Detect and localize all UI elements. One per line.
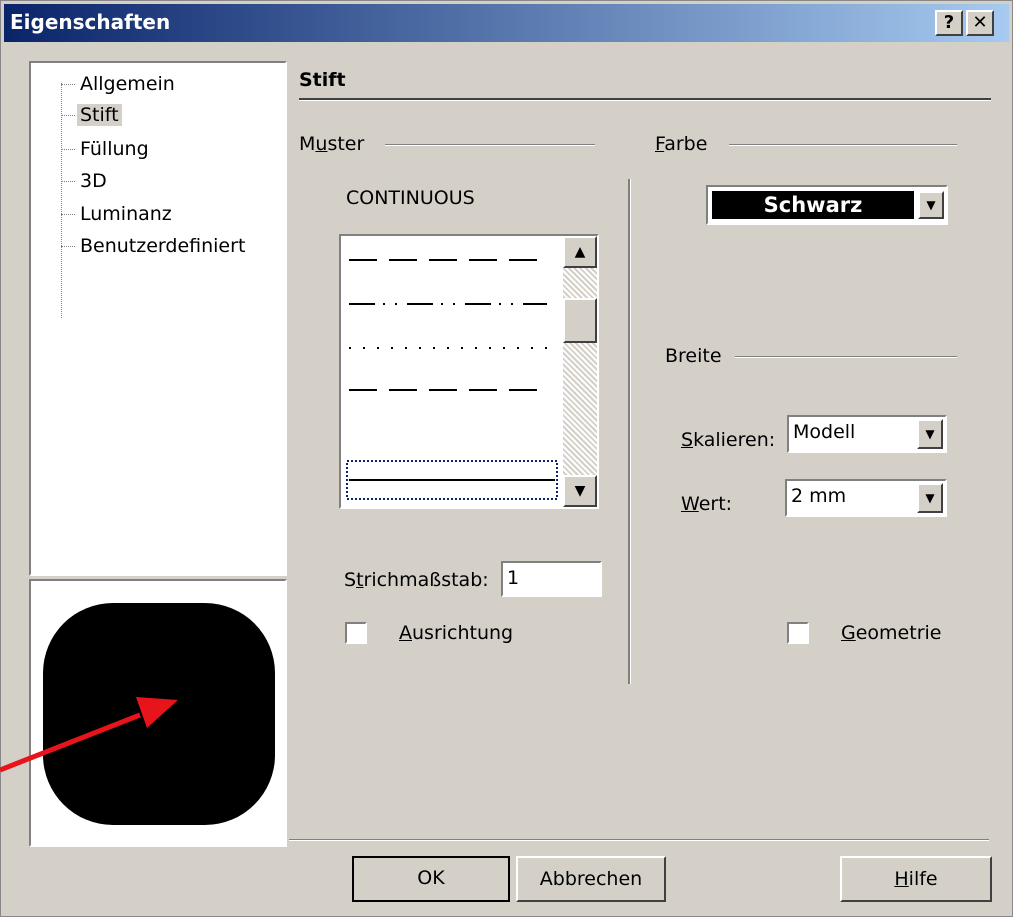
scale-dropdown-button[interactable]: ▼ (917, 419, 943, 449)
muster-group-label: Muster (299, 133, 365, 155)
skalieren-label: Skalieren: (681, 429, 776, 451)
close-title-button[interactable]: ✕ (966, 10, 994, 36)
breite-group-label: Breite (665, 345, 722, 367)
tree-item-label: Allgemein (80, 73, 175, 95)
color-dropdown-button[interactable]: ▼ (918, 191, 944, 219)
tree-item-benutzerdefiniert[interactable]: Benutzerdefiniert (61, 235, 248, 261)
tree-dash (61, 115, 75, 116)
tree-dash (61, 84, 75, 85)
width-dropdown-button[interactable]: ▼ (917, 483, 943, 513)
section-divider (299, 98, 991, 101)
category-tree[interactable]: Allgemein Stift Füllung 3D Luminanz Benu… (29, 61, 287, 576)
ok-button[interactable]: OK (352, 856, 510, 902)
strichmassstab-label: Strichmaßstab: (344, 569, 489, 591)
muster-group-line (385, 144, 595, 146)
tree-item-label: Stift (77, 104, 122, 126)
pattern-listbox[interactable]: ▲ ▼ (339, 234, 599, 509)
tree-dash (61, 246, 75, 247)
width-value: 2 mm (791, 485, 847, 507)
pen-preview (29, 579, 287, 847)
window-title: Eigenschaften (10, 10, 171, 34)
tree-item-allgemein[interactable]: Allgemein (61, 73, 178, 99)
section-title: Stift (299, 69, 346, 91)
scroll-down-button[interactable]: ▼ (563, 475, 597, 507)
scroll-up-button[interactable]: ▲ (563, 236, 597, 268)
tree-item-luminanz[interactable]: Luminanz (61, 203, 175, 229)
ausrichtung-checkbox[interactable] (345, 622, 367, 644)
tree-item-3d[interactable]: 3D (61, 170, 110, 196)
tree-item-label: Füllung (80, 138, 149, 160)
tree-item-fuellung[interactable]: Füllung (61, 138, 152, 164)
title-bar[interactable]: Eigenschaften ? ✕ (4, 4, 1009, 42)
wert-label: Wert: (681, 493, 733, 515)
cancel-button[interactable]: Abbrechen (516, 856, 666, 902)
tree-dash (61, 181, 75, 182)
tree-item-label: Luminanz (80, 203, 172, 225)
tree-item-label: Benutzerdefiniert (80, 235, 246, 257)
properties-dialog: Eigenschaften ? ✕ Allgemein Stift Füllun… (0, 0, 1013, 917)
pattern-samples (346, 259, 558, 500)
ausrichtung-label: Ausrichtung (399, 622, 514, 644)
geometrie-label: Geometrie (841, 622, 942, 644)
color-dropdown[interactable]: Schwarz ▼ (706, 185, 948, 225)
help-button[interactable]: Hilfe (840, 856, 992, 902)
farbe-group-line (729, 144, 957, 146)
scale-dropdown[interactable]: Modell ▼ (787, 415, 947, 453)
farbe-group-label: Farbe (655, 133, 708, 155)
tree-item-stift[interactable]: Stift (61, 104, 122, 130)
breite-group-line (735, 356, 957, 358)
scroll-thumb[interactable] (563, 298, 597, 343)
pattern-scrollbar[interactable]: ▲ ▼ (563, 236, 597, 507)
column-separator (628, 179, 631, 684)
button-row-divider (289, 839, 989, 841)
geometrie-checkbox[interactable] (787, 622, 809, 644)
muster-current-value: CONTINUOUS (346, 187, 475, 209)
pen-preview-shape (43, 603, 275, 825)
tree-item-label: 3D (80, 170, 107, 192)
strichmassstab-input[interactable]: 1 (501, 561, 602, 597)
color-value: Schwarz (712, 191, 914, 219)
tree-dash (61, 214, 75, 215)
width-value-dropdown[interactable]: 2 mm ▼ (785, 479, 947, 517)
tree-dash (61, 149, 75, 150)
scale-value: Modell (793, 421, 856, 443)
help-title-button[interactable]: ? (935, 10, 963, 36)
